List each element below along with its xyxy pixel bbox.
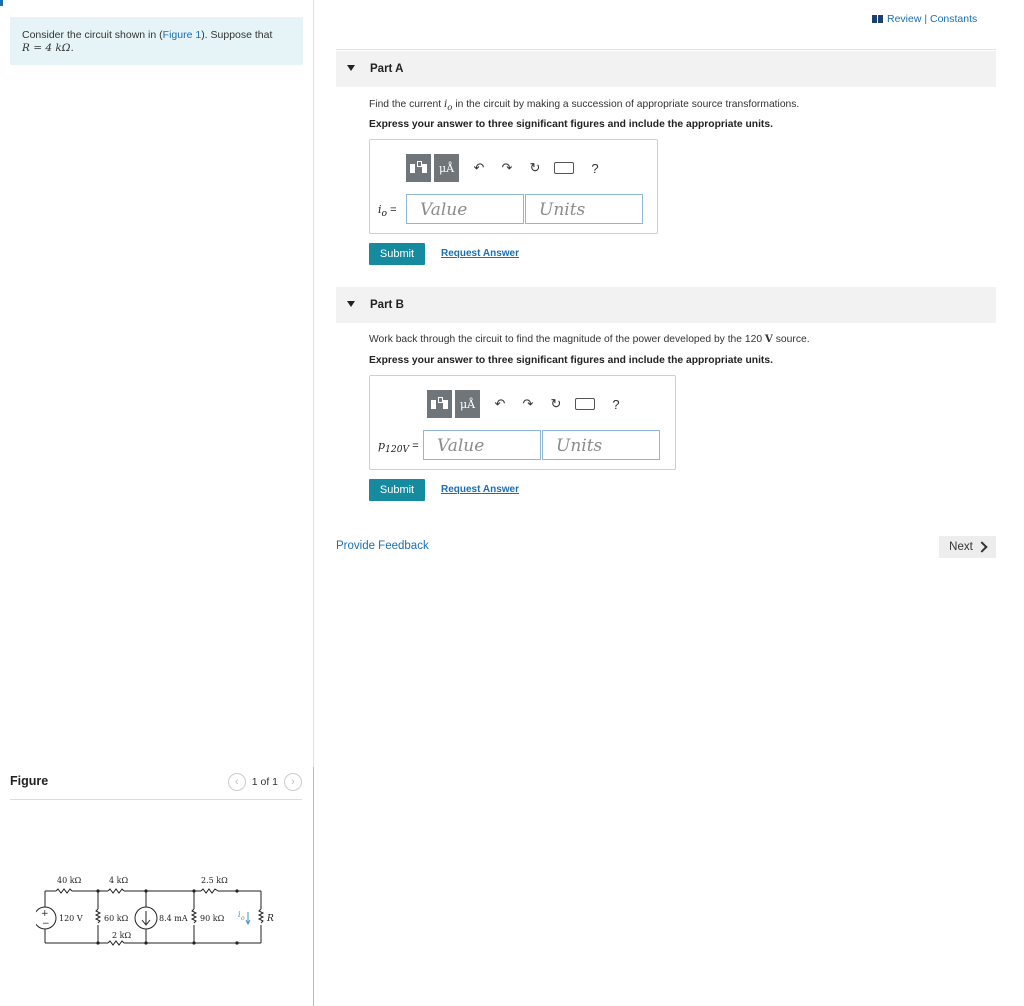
circuit-figure[interactable]: 40 kΩ 4 kΩ 2.5 kΩ 120 V 60 kΩ 8.4 mA 90 … (33, 872, 276, 957)
label-plus: + (41, 909, 49, 919)
part-b-question: Work back through the circuit to find th… (369, 333, 810, 345)
label-r: R (266, 914, 274, 924)
label-io-sub: o (241, 915, 245, 922)
book-icon (872, 15, 883, 23)
units-button[interactable]: μÅ (455, 390, 480, 418)
figure-header: Figure ‹ 1 of 1 › (10, 771, 302, 800)
part-b-value-input[interactable]: Value (423, 430, 541, 460)
part-b-var-sub: 120V (385, 444, 410, 456)
part-b-question-unit: V (764, 333, 773, 345)
units-icon: μÅ (438, 161, 455, 175)
label-40k: 40 kΩ (57, 876, 82, 885)
part-a-header[interactable]: Part A (336, 51, 996, 87)
part-a-var-eq: = (387, 204, 397, 216)
help-icon[interactable]: ? (584, 161, 606, 176)
part-b-units-input[interactable]: Units (542, 430, 660, 460)
label-90k: 90 kΩ (200, 914, 225, 923)
part-a-variable-label: io = (378, 203, 397, 219)
part-b-var-eq: = (409, 440, 419, 452)
label-120v: 120 V (59, 914, 83, 923)
part-a-value-input[interactable]: Value (406, 194, 524, 224)
part-b-question-post: source. (772, 334, 810, 345)
redo-icon[interactable]: ↷ (517, 396, 539, 412)
problem-statement: Consider the circuit shown in (Figure 1)… (10, 17, 303, 65)
review-constants-link[interactable]: Review | Constants (872, 13, 977, 25)
keyboard-icon[interactable] (575, 398, 595, 410)
part-b-submit-button[interactable]: Submit (369, 479, 425, 501)
undo-icon[interactable]: ↶ (489, 396, 511, 412)
templates-button[interactable] (427, 390, 452, 418)
keyboard-icon[interactable] (554, 162, 574, 174)
part-a-answer-box: μÅ ↶ ↷ ↻ ? io = Value Units (369, 139, 658, 234)
figure-border (313, 767, 314, 1006)
part-a-toolbar: μÅ ↶ ↷ ↻ ? (406, 154, 606, 182)
collapse-triangle-icon (347, 301, 355, 307)
prompt-condition: R = 4 kΩ. (22, 42, 74, 54)
reset-icon[interactable]: ↻ (545, 396, 567, 412)
part-b-title: Part B (370, 299, 404, 311)
part-b-header[interactable]: Part B (336, 287, 996, 323)
part-a-question-post: in the circuit by making a succession of… (452, 99, 800, 110)
left-panel: Consider the circuit shown in (Figure 1)… (0, 0, 314, 1006)
circuit-diagram: 40 kΩ 4 kΩ 2.5 kΩ 120 V 60 kΩ 8.4 mA 90 … (33, 876, 274, 946)
label-84ma: 8.4 mA (159, 914, 188, 923)
chevron-right-icon: › (291, 776, 295, 788)
chevron-left-icon: ‹ (234, 776, 239, 788)
help-icon[interactable]: ? (605, 397, 627, 412)
figure-title: Figure (10, 774, 49, 788)
prompt-text: Consider the circuit shown in ( (22, 29, 163, 41)
part-b-instruction: Express your answer to three significant… (369, 355, 773, 366)
redo-icon[interactable]: ↷ (496, 160, 518, 176)
figure-link[interactable]: Figure 1 (163, 29, 202, 41)
review-constants-label: Review | Constants (887, 13, 978, 25)
templates-button[interactable] (406, 154, 431, 182)
reset-icon[interactable]: ↻ (524, 160, 546, 176)
templates-icon (410, 161, 427, 175)
part-a-instruction: Express your answer to three significant… (369, 119, 773, 130)
part-b-answer-box: μÅ ↶ ↷ ↻ ? p120V = Value Units (369, 375, 676, 470)
collapse-triangle-icon (347, 65, 355, 71)
undo-icon[interactable]: ↶ (468, 160, 490, 176)
part-a-submit-button[interactable]: Submit (369, 243, 425, 265)
next-figure-button[interactable]: › (284, 773, 302, 791)
prompt-text-tail: ). Suppose that (201, 29, 273, 41)
chevron-right-icon (976, 541, 988, 553)
label-2k: 2 kΩ (112, 931, 131, 940)
part-a-question: Find the current io in the circuit by ma… (369, 98, 799, 113)
templates-icon (431, 397, 448, 411)
label-60k: 60 kΩ (104, 914, 129, 923)
part-a-request-answer-link[interactable]: Request Answer (441, 248, 519, 259)
figure-pagination: ‹ 1 of 1 › (227, 773, 302, 791)
provide-feedback-link[interactable]: Provide Feedback (336, 540, 429, 552)
next-button[interactable]: Next (939, 536, 996, 558)
units-icon: μÅ (459, 397, 476, 411)
part-a-units-input[interactable]: Units (525, 194, 643, 224)
header-divider (336, 49, 996, 50)
label-25k: 2.5 kΩ (201, 876, 228, 885)
part-b-question-pre: Work back through the circuit to find th… (369, 334, 765, 345)
part-b-variable-label: p120V = (378, 439, 419, 455)
label-minus: − (42, 919, 50, 929)
label-4k: 4 kΩ (109, 876, 128, 885)
part-b-toolbar: μÅ ↶ ↷ ↻ ? (427, 390, 627, 418)
units-button[interactable]: μÅ (434, 154, 459, 182)
prev-figure-button[interactable]: ‹ (227, 773, 246, 791)
figure-count: 1 of 1 (251, 776, 278, 788)
part-b-var: p (378, 439, 386, 452)
part-b-request-answer-link[interactable]: Request Answer (441, 484, 519, 495)
part-a-title: Part A (370, 63, 404, 75)
next-label: Next (949, 541, 973, 553)
part-a-question-pre: Find the current (369, 99, 444, 110)
